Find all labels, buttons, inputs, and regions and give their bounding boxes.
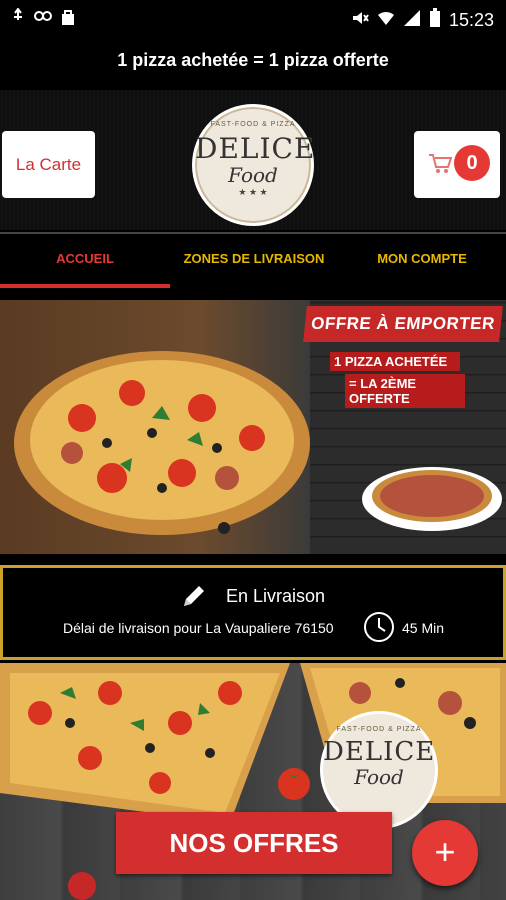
cart-icon <box>428 153 453 180</box>
cart-count-badge: 0 <box>454 145 490 181</box>
status-time: 15:23 <box>448 10 494 30</box>
pizza-image <box>14 351 310 535</box>
logo-lower-sub: Food <box>354 765 404 789</box>
add-fab-button[interactable]: + <box>412 820 478 886</box>
cart-button[interactable]: 0 <box>414 131 500 198</box>
delivery-title: En Livraison <box>226 586 326 606</box>
delivery-info[interactable]: En Livraison Délai de livraison pour La … <box>0 565 506 660</box>
status-bar: 15:23 <box>0 0 506 36</box>
shopping-bag-icon <box>60 8 76 31</box>
delivery-time: 45 Min <box>402 620 445 636</box>
tomato-small-image <box>68 872 96 900</box>
link-icon <box>34 8 52 31</box>
tab-zones-de-livraison[interactable]: ZONES DE LIVRAISON <box>170 234 338 288</box>
promo-marquee: 1 pizza achetée = 1 pizza offerte <box>117 50 389 70</box>
pizza-slices-image <box>0 663 290 823</box>
clock-icon <box>362 610 396 649</box>
logo-name: DELICE <box>195 132 316 165</box>
offer-line-2: = LA 2ÈME OFFERTE <box>345 374 465 408</box>
nos-offres-button[interactable]: NOS OFFRES <box>116 812 392 874</box>
tab-mon-compte[interactable]: MON COMPTE <box>338 234 506 288</box>
tab-accueil[interactable]: ACCUEIL <box>0 234 170 288</box>
battery-icon <box>429 8 441 33</box>
nav-tabs: ACCUEIL ZONES DE LIVRAISON MON COMPTE <box>0 232 506 288</box>
logo-sub: Food <box>228 163 278 187</box>
delice-food-logo[interactable]: FAST-FOOD & PIZZA DELICE Food ★ ★ ★ <box>192 104 314 226</box>
offer-title: OFFRE À EMPORTER <box>303 306 503 342</box>
offer-line-1: 1 PIZZA ACHETÉE <box>330 352 460 371</box>
pizza-small-image <box>362 467 502 531</box>
logo-lower-name: DELICE <box>323 737 436 767</box>
usb-icon <box>10 7 26 31</box>
delivery-text: Délai de livraison pour La Vaupaliere 76… <box>63 620 334 636</box>
logo-stars: ★ ★ ★ <box>238 187 268 197</box>
pencil-icon <box>181 584 207 615</box>
app-header: La Carte FAST-FOOD & PIZZA DELICE Food ★… <box>0 90 506 230</box>
wifi-icon <box>377 9 395 32</box>
carousel-dot[interactable] <box>218 522 230 534</box>
mute-icon <box>351 9 369 32</box>
tomato-image <box>278 768 310 800</box>
logo-lower-tagline: FAST-FOOD & PIZZA <box>336 726 422 733</box>
signal-icon <box>403 9 421 32</box>
la-carte-button[interactable]: La Carte <box>2 131 95 198</box>
logo-tagline: FAST-FOOD & PIZZA <box>210 121 296 128</box>
